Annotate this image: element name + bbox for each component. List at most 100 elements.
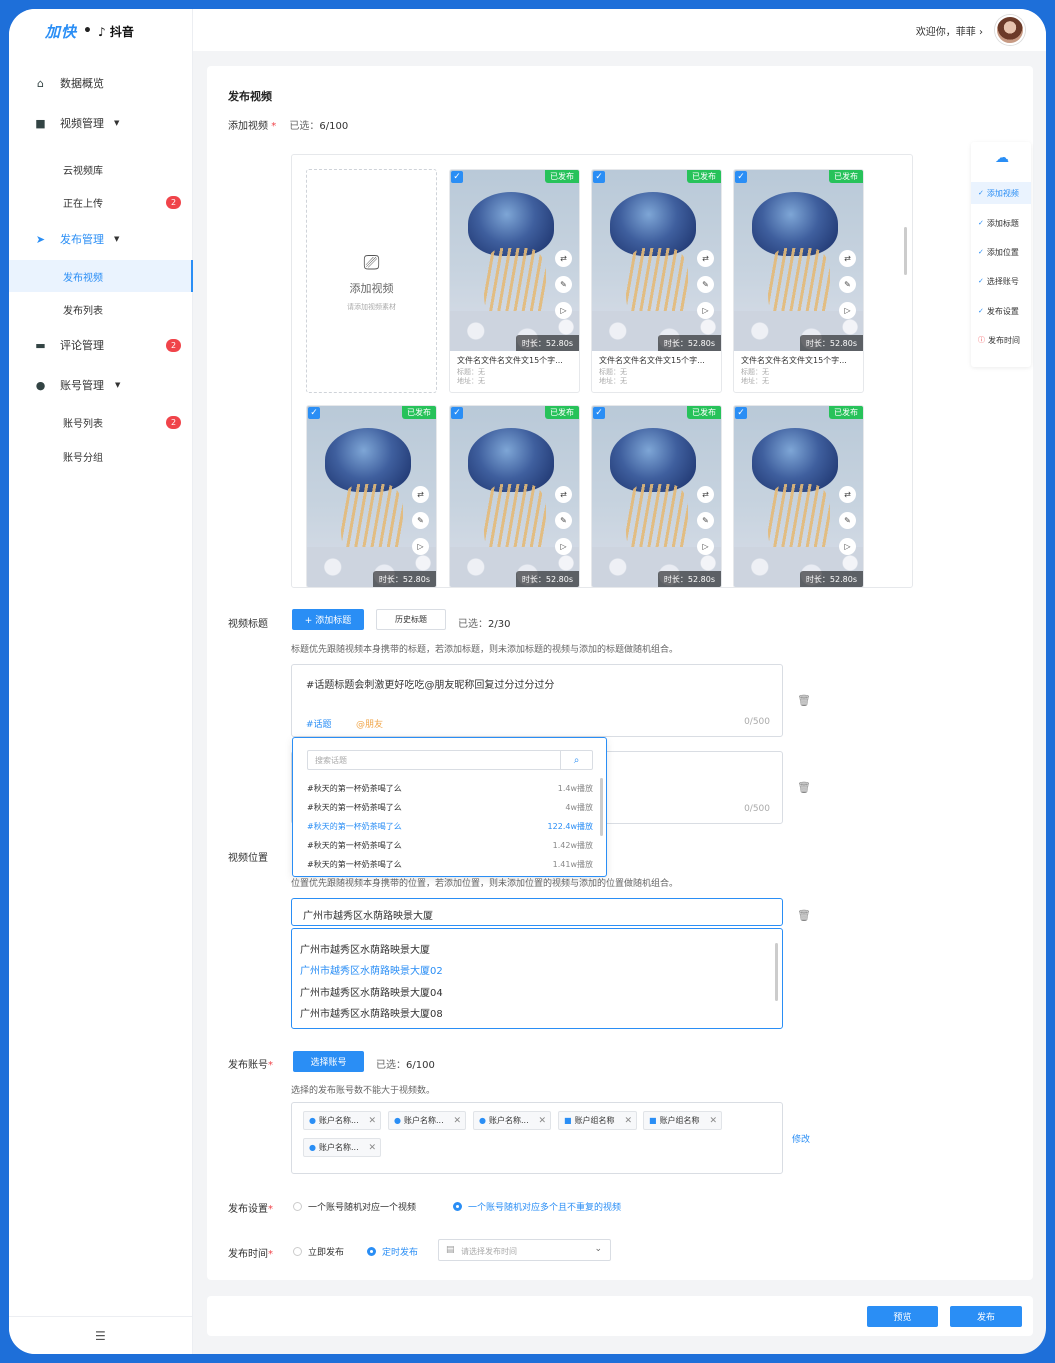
sidebar-item-video-mgmt[interactable]: ■ 视频管理 ▼ — [9, 109, 193, 137]
sidebar-item-publish-list[interactable]: 发布列表 — [9, 293, 193, 325]
video-card[interactable]: ✓ 已发布 ⇄ ✎ ▷ 时长：52.80s 文件名文件名文件文15个字... 标题… — [733, 169, 864, 393]
close-icon[interactable]: ✕ — [538, 1116, 546, 1126]
checkbox-checked-icon[interactable]: ✓ — [308, 407, 320, 419]
topic-tag-button[interactable]: #话题 — [306, 717, 332, 730]
edit-icon[interactable]: ✎ — [839, 512, 856, 529]
play-icon[interactable]: ▷ — [555, 302, 572, 319]
sidebar-item-cloud-library[interactable]: 云视频库 — [9, 153, 193, 185]
edit-icon[interactable]: ✎ — [555, 512, 572, 529]
topic-option[interactable]: #秋天的第一杯奶茶喝了么 1.41w播放 — [307, 859, 593, 870]
delete-icon[interactable]: 🗑 — [797, 781, 811, 794]
play-icon[interactable]: ▷ — [839, 538, 856, 555]
mention-friend-button[interactable]: @朋友 — [356, 717, 383, 730]
publish-button[interactable]: 发布 — [950, 1306, 1022, 1327]
close-icon[interactable]: ✕ — [368, 1116, 376, 1126]
location-option[interactable]: 广州市越秀区水荫路映景大厦02 — [300, 962, 443, 977]
add-title-button[interactable]: + 添加标题 — [292, 609, 364, 630]
play-icon[interactable]: ▷ — [412, 538, 429, 555]
swap-icon[interactable]: ⇄ — [697, 486, 714, 503]
close-icon[interactable]: ✕ — [624, 1116, 632, 1126]
add-video-tile[interactable]: ⎚ 添加视频 请添加视频素材 — [306, 169, 437, 393]
video-card[interactable]: ✓ 已发布 ⇄ ✎ ▷ 时长：52.80s 文件名文件名文件文15个字... 标题… — [449, 169, 580, 393]
topic-option[interactable]: #秋天的第一杯奶茶喝了么 1.4w播放 — [307, 783, 593, 794]
sidebar-item-dashboard[interactable]: ⌂ 数据概览 — [9, 69, 193, 97]
checkbox-checked-icon[interactable]: ✓ — [735, 171, 747, 183]
search-icon[interactable]: ⌕ — [560, 751, 592, 769]
settings-radio-one-to-many[interactable]: 一个账号随机对应多个且不重复的视频 — [453, 1200, 621, 1213]
video-card[interactable]: ✓ 已发布 ⇄ ✎ ▷ 时长：52.80s — [733, 405, 864, 587]
edit-icon[interactable]: ✎ — [412, 512, 429, 529]
caret-down-icon: ▼ — [114, 119, 120, 127]
select-account-button[interactable]: 选择账号 — [293, 1051, 364, 1072]
location-scrollbar[interactable] — [775, 943, 778, 1001]
edit-icon[interactable]: ✎ — [697, 512, 714, 529]
sidebar-item-account-groups[interactable]: 账号分组 — [9, 440, 193, 472]
topic-option[interactable]: #秋天的第一杯奶茶喝了么 122.4w播放 — [307, 821, 593, 832]
group-tag-label: 账户组名称 — [659, 1116, 700, 1125]
location-input[interactable]: 广州市越秀区水荫路映景大厦 — [291, 898, 783, 926]
sidebar-item-accounts[interactable]: ● 账号管理 ▼ — [9, 371, 193, 399]
close-icon[interactable]: ✕ — [453, 1116, 461, 1126]
play-icon[interactable]: ▷ — [697, 302, 714, 319]
video-card[interactable]: ✓ 已发布 ⇄ ✎ ▷ 时长：52.80s — [591, 405, 722, 587]
avatar[interactable] — [995, 15, 1025, 45]
step-publish-settings[interactable]: ✓ 发布设置 — [971, 300, 1031, 322]
edit-icon[interactable]: ✎ — [839, 276, 856, 293]
location-option[interactable]: 广州市越秀区水荫路映景大厦08 — [300, 1005, 443, 1020]
close-icon[interactable]: ✕ — [368, 1143, 376, 1153]
video-card[interactable]: ✓ 已发布 ⇄ ✎ ▷ 时长：52.80s — [306, 405, 437, 587]
video-grid-scrollbar[interactable] — [904, 227, 907, 275]
account-hint: 选择的发布账号数不能大于视频数。 — [291, 1086, 436, 1096]
publish-time-picker[interactable]: ▤ 请选择发布时间 ⌄ — [438, 1239, 611, 1261]
step-publish-time[interactable]: ⓘ 发布时间 — [971, 329, 1031, 351]
settings-radio-one-to-one[interactable]: 一个账号随机对应一个视频 — [293, 1200, 416, 1213]
sidebar-item-publish-video[interactable]: 发布视频 — [9, 260, 193, 292]
close-icon[interactable]: ✕ — [709, 1116, 717, 1126]
step-add-location[interactable]: ✓ 添加位置 — [971, 241, 1031, 263]
edit-icon[interactable]: ✎ — [555, 276, 572, 293]
location-hint: 位置优先跟随视频本身携带的位置，若添加位置，则未添加位置的视频与添加的位置做随机… — [291, 879, 679, 889]
swap-icon[interactable]: ⇄ — [555, 250, 572, 267]
step-add-video[interactable]: ✓ 添加视频 — [971, 182, 1031, 204]
swap-icon[interactable]: ⇄ — [839, 250, 856, 267]
sidebar-item-account-list[interactable]: 账号列表 2 — [9, 406, 193, 438]
video-card[interactable]: ✓ 已发布 ⇄ ✎ ▷ 时长：52.80s — [449, 405, 580, 587]
collapse-menu-icon[interactable]: ☰ — [95, 1329, 106, 1343]
swap-icon[interactable]: ⇄ — [839, 486, 856, 503]
location-option[interactable]: 广州市越秀区水荫路映景大厦04 — [300, 984, 443, 999]
play-icon[interactable]: ▷ — [555, 538, 572, 555]
edit-accounts-link[interactable]: 修改 — [792, 1132, 810, 1145]
edit-icon[interactable]: ✎ — [697, 276, 714, 293]
sidebar-item-publish-mgmt[interactable]: ➤ 发布管理 ▼ — [9, 225, 193, 253]
video-card[interactable]: ✓ 已发布 ⇄ ✎ ▷ 时长：52.80s 文件名文件名文件文15个字... 标题… — [591, 169, 722, 393]
checkbox-checked-icon[interactable]: ✓ — [593, 407, 605, 419]
dropdown-scrollbar[interactable] — [600, 778, 603, 836]
sidebar-item-comments[interactable]: ▬ 评论管理 2 — [9, 331, 193, 359]
swap-icon[interactable]: ⇄ — [412, 486, 429, 503]
topic-option[interactable]: #秋天的第一杯奶茶喝了么 4w播放 — [307, 802, 593, 813]
step-add-title[interactable]: ✓ 添加标题 — [971, 212, 1031, 234]
time-radio-now[interactable]: 立即发布 — [293, 1245, 344, 1258]
history-title-button[interactable]: 历史标题 — [376, 609, 446, 630]
topic-option[interactable]: #秋天的第一杯奶茶喝了么 1.42w播放 — [307, 840, 593, 851]
title-textarea[interactable]: #话题标题会刺激更好吃吃@朋友昵称回复过分过分过分 #话题 @朋友 0/500 — [291, 664, 783, 737]
time-radio-scheduled[interactable]: 定时发布 — [367, 1245, 418, 1258]
location-option[interactable]: 广州市越秀区水荫路映景大厦 — [300, 941, 430, 956]
step-select-account[interactable]: ✓ 选择账号 — [971, 270, 1031, 292]
delete-icon[interactable]: 🗑 — [797, 909, 811, 922]
swap-icon[interactable]: ⇄ — [697, 250, 714, 267]
swap-icon[interactable]: ⇄ — [555, 486, 572, 503]
sidebar-item-uploading[interactable]: 正在上传 2 — [9, 186, 193, 218]
user-welcome[interactable]: 欢迎你，菲菲 › — [916, 23, 983, 38]
checkbox-checked-icon[interactable]: ✓ — [451, 171, 463, 183]
preview-button[interactable]: 预览 — [867, 1306, 938, 1327]
checkbox-checked-icon[interactable]: ✓ — [451, 407, 463, 419]
step-label: 发布设置 — [986, 306, 1019, 316]
checkbox-checked-icon[interactable]: ✓ — [593, 171, 605, 183]
delete-icon[interactable]: 🗑 — [797, 694, 811, 707]
play-icon[interactable]: ▷ — [839, 302, 856, 319]
topic-search-input[interactable]: 搜索话题 ⌕ — [307, 750, 593, 770]
checkbox-checked-icon[interactable]: ✓ — [735, 407, 747, 419]
account-tags-box: ● 账户名称... ✕ ● 账户名称... ✕ ● 账户名称... ✕ ■ 账户组名称 ✕ ■ 账… — [291, 1102, 783, 1174]
play-icon[interactable]: ▷ — [697, 538, 714, 555]
